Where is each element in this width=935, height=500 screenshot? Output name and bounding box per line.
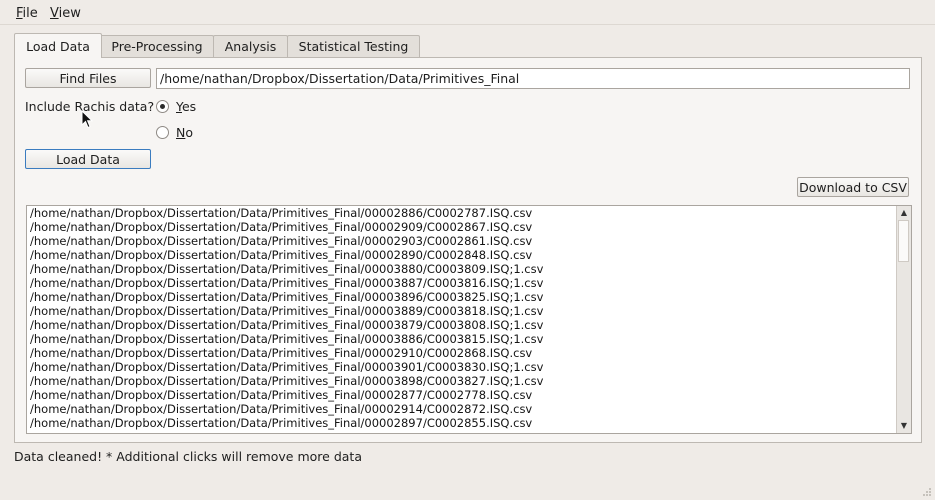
size-grip-icon[interactable] [922, 487, 932, 497]
list-item[interactable]: /home/nathan/Dropbox/Dissertation/Data/P… [30, 206, 894, 220]
path-input[interactable]: /home/nathan/Dropbox/Dissertation/Data/P… [156, 68, 910, 89]
list-item[interactable]: /home/nathan/Dropbox/Dissertation/Data/P… [30, 360, 894, 374]
menu-file-label: ile [22, 6, 38, 21]
no-mnemonic: N [176, 125, 186, 140]
down-arrow-icon[interactable]: ▼ [897, 419, 911, 433]
no-label-rest: o [185, 125, 194, 140]
download-csv-button[interactable]: Download to CSV [797, 177, 909, 197]
mouse-pointer-icon [81, 110, 93, 129]
no-radio-label[interactable]: No [176, 125, 193, 140]
menu-view-mnemonic: V [50, 6, 59, 21]
no-radio[interactable] [156, 126, 169, 139]
list-item[interactable]: /home/nathan/Dropbox/Dissertation/Data/P… [30, 262, 894, 276]
tab-statistical-testing[interactable]: Statistical Testing [287, 35, 420, 58]
file-list[interactable]: /home/nathan/Dropbox/Dissertation/Data/P… [26, 205, 912, 434]
scrollbar-thumb[interactable] [898, 220, 909, 262]
list-item[interactable]: /home/nathan/Dropbox/Dissertation/Data/P… [30, 276, 894, 290]
yes-label-rest: es [181, 99, 197, 114]
list-item[interactable]: /home/nathan/Dropbox/Dissertation/Data/P… [30, 374, 894, 388]
list-item[interactable]: /home/nathan/Dropbox/Dissertation/Data/P… [30, 332, 894, 346]
yes-radio-label[interactable]: Yes [176, 99, 196, 114]
list-item[interactable]: /home/nathan/Dropbox/Dissertation/Data/P… [30, 290, 894, 304]
tab-load-data[interactable]: Load Data [14, 33, 102, 58]
menu-view-label: iew [58, 6, 81, 21]
list-item[interactable]: /home/nathan/Dropbox/Dissertation/Data/P… [30, 416, 894, 430]
menu-file[interactable]: File [16, 6, 38, 21]
tab-pre-processing[interactable]: Pre-Processing [100, 35, 214, 58]
list-item[interactable]: /home/nathan/Dropbox/Dissertation/Data/P… [30, 220, 894, 234]
list-item[interactable]: /home/nathan/Dropbox/Dissertation/Data/P… [30, 234, 894, 248]
list-item[interactable]: /home/nathan/Dropbox/Dissertation/Data/P… [30, 346, 894, 360]
menu-bar: File View [0, 0, 935, 25]
up-arrow-icon[interactable]: ▲ [897, 206, 911, 220]
list-item[interactable]: /home/nathan/Dropbox/Dissertation/Data/P… [30, 402, 894, 416]
file-list-scrollbar[interactable]: ▲ ▼ [896, 206, 911, 433]
tab-analysis[interactable]: Analysis [213, 35, 288, 58]
status-message: Data cleaned! * Additional clicks will r… [14, 449, 362, 464]
list-item[interactable]: /home/nathan/Dropbox/Dissertation/Data/P… [30, 318, 894, 332]
list-item[interactable]: /home/nathan/Dropbox/Dissertation/Data/P… [30, 388, 894, 402]
find-files-button[interactable]: Find Files [25, 68, 151, 88]
load-data-button[interactable]: Load Data [25, 149, 151, 169]
list-item[interactable]: /home/nathan/Dropbox/Dissertation/Data/P… [30, 248, 894, 262]
radio-selected-dot [160, 104, 165, 109]
yes-radio[interactable] [156, 100, 169, 113]
load-data-panel: Find Files /home/nathan/Dropbox/Disserta… [14, 57, 922, 443]
list-item[interactable]: /home/nathan/Dropbox/Dissertation/Data/P… [30, 304, 894, 318]
file-list-rows: /home/nathan/Dropbox/Dissertation/Data/P… [30, 206, 894, 430]
menu-view[interactable]: View [50, 6, 81, 21]
